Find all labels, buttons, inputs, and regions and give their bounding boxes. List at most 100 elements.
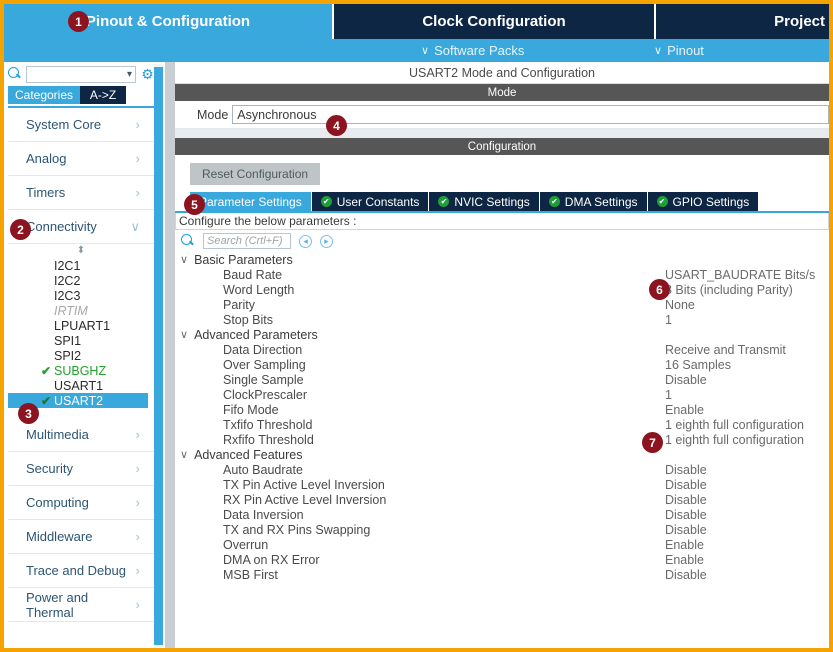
callout-badge-4: 4 bbox=[326, 115, 347, 136]
tab-dma-settings[interactable]: ✔ DMA Settings bbox=[539, 192, 648, 211]
sidebar-item-spi2[interactable]: SPI2 bbox=[8, 348, 154, 363]
sidebar-item-irtim[interactable]: IRTIM bbox=[8, 303, 154, 318]
sidebar-item-usart1[interactable]: USART1 bbox=[8, 378, 154, 393]
parameter-value[interactable]: Disable bbox=[665, 478, 707, 492]
chevron-down-icon[interactable]: ∨ bbox=[180, 448, 188, 461]
tab-gpio-settings[interactable]: ✔ GPIO Settings bbox=[647, 192, 760, 211]
parameter-value[interactable]: Disable bbox=[665, 493, 707, 507]
sidebar-item-subghz[interactable]: ✔ SUBGHZ bbox=[8, 363, 154, 378]
parameter-value[interactable]: None bbox=[665, 298, 695, 312]
sidebar-item-i2c3[interactable]: I2C3 bbox=[8, 288, 154, 303]
parameter-value[interactable]: Disable bbox=[665, 508, 707, 522]
sidebar-item-i2c2[interactable]: I2C2 bbox=[8, 273, 154, 288]
sidebar-category-label: Timers bbox=[26, 185, 66, 200]
parameter-value[interactable]: Enable bbox=[665, 553, 704, 567]
section-spacer bbox=[175, 129, 829, 138]
sidebar-item-i2c1[interactable]: I2C1 bbox=[8, 258, 154, 273]
parameter-value[interactable]: Enable bbox=[665, 403, 704, 417]
parameter-value[interactable]: Disable bbox=[665, 568, 707, 582]
gear-icon[interactable]: ⚙ bbox=[140, 66, 155, 82]
parameter-value[interactable]: Enable bbox=[665, 538, 704, 552]
sidebar-item-spi1[interactable]: SPI1 bbox=[8, 333, 154, 348]
parameter-value[interactable]: Disable bbox=[665, 523, 707, 537]
parameter-value[interactable]: 1 eighth full configuration bbox=[665, 433, 804, 447]
scroll-up-icon[interactable]: ⬍ bbox=[8, 246, 154, 258]
parameter-search-input[interactable]: Search (Crtl+F) bbox=[203, 233, 291, 249]
peripheral-label: LPUART1 bbox=[54, 318, 111, 333]
sidebar-category-power-and-thermal[interactable]: Power and Thermal › bbox=[8, 588, 154, 622]
parameter-name: Rxfifo Threshold bbox=[223, 432, 314, 447]
collapse-all-icon[interactable]: ◂ bbox=[299, 234, 312, 248]
parameter-group-basic-parameters[interactable]: ∨ Basic Parameters bbox=[175, 252, 829, 267]
tab-pinout-configuration-label: Pinout & Configuration bbox=[85, 13, 251, 30]
parameter-value[interactable]: 8 Bits (including Parity) bbox=[665, 283, 793, 297]
parameter-row[interactable]: Data Inversion Disable bbox=[175, 507, 829, 522]
sidebar-category-trace-and-debug[interactable]: Trace and Debug › bbox=[8, 554, 154, 588]
parameter-row[interactable]: Stop Bits 1 bbox=[175, 312, 829, 327]
sidebar-category-label: System Core bbox=[26, 117, 102, 132]
callout-badge-3: 3 bbox=[18, 403, 39, 424]
expand-all-icon[interactable]: ▸ bbox=[320, 234, 333, 248]
configuration-section-header: Configuration bbox=[175, 138, 829, 155]
parameter-value[interactable]: Disable bbox=[665, 373, 707, 387]
parameter-row[interactable]: Fifo Mode Enable bbox=[175, 402, 829, 417]
parameter-value[interactable]: 1 bbox=[665, 388, 672, 402]
parameter-row[interactable]: DMA on RX Error Enable bbox=[175, 552, 829, 567]
parameter-row[interactable]: Rxfifo Threshold 1 eighth full configurat… bbox=[175, 432, 829, 447]
parameter-row[interactable]: Baud Rate USART_BAUDRATE Bits/s bbox=[175, 267, 829, 282]
sidebar-search-input[interactable]: ▾ bbox=[26, 65, 136, 83]
sidebar-category-timers[interactable]: Timers › bbox=[8, 176, 154, 210]
parameter-name: Overrun bbox=[223, 537, 269, 552]
reset-configuration-button[interactable]: Reset Configuration bbox=[190, 162, 321, 185]
tab-categories[interactable]: Categories bbox=[8, 86, 80, 104]
parameter-tree: ∨ Basic Parameters Baud Rate USART_BAUDRATE… bbox=[175, 252, 829, 582]
parameter-value[interactable]: 1 bbox=[665, 313, 672, 327]
chevron-down-icon[interactable]: ▾ bbox=[127, 69, 132, 80]
sidebar-category-system-core[interactable]: System Core › bbox=[8, 108, 154, 142]
sidebar-category-label: Analog bbox=[26, 151, 67, 166]
tab-user-constants[interactable]: ✔ User Constants bbox=[311, 192, 430, 211]
parameter-value[interactable]: 16 Samples bbox=[665, 358, 731, 372]
parameter-row[interactable]: Data Direction Receive and Transmit bbox=[175, 342, 829, 357]
parameter-value[interactable]: 1 eighth full configuration bbox=[665, 418, 804, 432]
tab-pinout-configuration[interactable]: Pinout & Configuration bbox=[4, 4, 334, 39]
tab-categories-label: Categories bbox=[14, 88, 74, 102]
parameter-group-advanced-parameters[interactable]: ∨ Advanced Parameters bbox=[175, 327, 829, 342]
parameter-row[interactable]: Overrun Enable bbox=[175, 537, 829, 552]
mode-value-field[interactable]: Asynchronous bbox=[232, 105, 829, 124]
parameter-row[interactable]: Auto Baudrate Disable bbox=[175, 462, 829, 477]
sidebar-scrollbar-thumb[interactable] bbox=[154, 67, 163, 645]
chevron-down-icon[interactable]: ∨ bbox=[180, 328, 188, 341]
parameter-row[interactable]: Over Sampling 16 Samples bbox=[175, 357, 829, 372]
tab-clock-configuration[interactable]: Clock Configuration bbox=[334, 4, 656, 39]
parameter-row[interactable]: MSB First Disable bbox=[175, 567, 829, 582]
parameter-value[interactable]: Disable bbox=[665, 463, 707, 477]
parameter-value[interactable]: Receive and Transmit bbox=[665, 343, 786, 357]
tab-a-to-z[interactable]: A->Z bbox=[80, 86, 126, 104]
parameter-row[interactable]: Txfifo Threshold 1 eighth full configurat… bbox=[175, 417, 829, 432]
parameter-row[interactable]: RX Pin Active Level Inversion Disable bbox=[175, 492, 829, 507]
parameter-row[interactable]: ClockPrescaler 1 bbox=[175, 387, 829, 402]
parameter-row[interactable]: Word Length 8 Bits (including Parity) bbox=[175, 282, 829, 297]
tab-parameter-settings[interactable]: Parameter Settings bbox=[190, 192, 312, 211]
sidebar-category-middleware[interactable]: Middleware › bbox=[8, 520, 154, 554]
sidebar-item-lpuart1[interactable]: LPUART1 bbox=[8, 318, 154, 333]
tab-project[interactable]: Project bbox=[656, 4, 829, 39]
software-packs-menu[interactable]: ∨ Software Packs bbox=[421, 41, 524, 60]
parameter-value[interactable]: USART_BAUDRATE Bits/s bbox=[665, 268, 815, 282]
tab-nvic-settings[interactable]: ✔ NVIC Settings bbox=[429, 192, 540, 211]
parameter-row[interactable]: Parity None bbox=[175, 297, 829, 312]
config-tab-label: GPIO Settings bbox=[672, 194, 750, 209]
chevron-down-icon[interactable]: ∨ bbox=[180, 253, 188, 266]
parameter-name: DMA on RX Error bbox=[223, 552, 320, 567]
parameter-row[interactable]: TX and RX Pins Swapping Disable bbox=[175, 522, 829, 537]
parameter-row[interactable]: TX Pin Active Level Inversion Disable bbox=[175, 477, 829, 492]
parameter-row[interactable]: Single Sample Disable bbox=[175, 372, 829, 387]
parameter-group-label: Advanced Features bbox=[194, 447, 303, 462]
sidebar-category-computing[interactable]: Computing › bbox=[8, 486, 154, 520]
sidebar-category-label: Connectivity bbox=[26, 219, 97, 234]
parameter-group-advanced-features[interactable]: ∨ Advanced Features bbox=[175, 447, 829, 462]
pinout-menu[interactable]: ∨ Pinout bbox=[654, 41, 704, 60]
sidebar-category-security[interactable]: Security › bbox=[8, 452, 154, 486]
sidebar-category-analog[interactable]: Analog › bbox=[8, 142, 154, 176]
